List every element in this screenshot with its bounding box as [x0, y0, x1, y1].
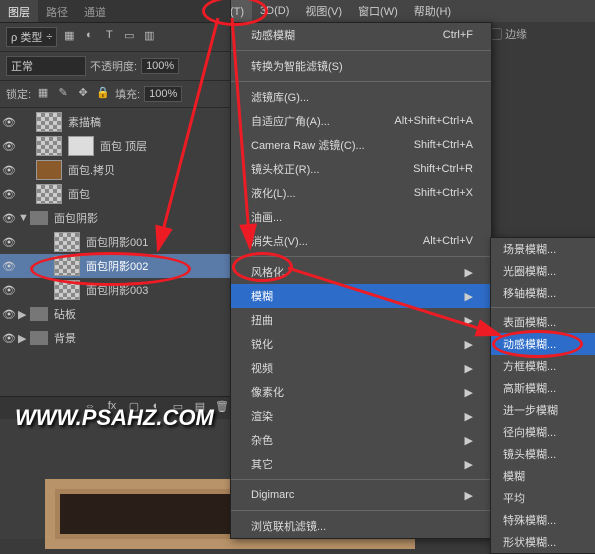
- layer-shadow1[interactable]: 👁 面包阴影001: [0, 230, 230, 254]
- menu-view[interactable]: 视图(V): [297, 0, 350, 22]
- sub-motion[interactable]: 动感模糊...: [491, 333, 595, 355]
- menu-camera-raw[interactable]: Camera Raw 滤镜(C)...Shift+Ctrl+A: [231, 133, 491, 157]
- visibility-icon[interactable]: 👁: [0, 236, 18, 249]
- layer-bread-copy[interactable]: 👁 面包.拷贝: [0, 158, 230, 182]
- visibility-icon[interactable]: 👁: [0, 164, 18, 177]
- menu-liquify[interactable]: 液化(L)...Shift+Ctrl+X: [231, 181, 491, 205]
- opacity-input[interactable]: 100%: [141, 58, 179, 74]
- folder-icon: [30, 331, 48, 345]
- sub-average[interactable]: 平均: [491, 487, 595, 509]
- layers-panel: 图层 路径 通道 ρ 类型 ÷ ▦ ◐ T ▭ ▥ 正常 不透明度: 100% …: [0, 0, 231, 539]
- visibility-icon[interactable]: 👁: [0, 284, 18, 297]
- menu-other[interactable]: 其它▶: [231, 452, 491, 476]
- sub-surface[interactable]: 表面模糊...: [491, 311, 595, 333]
- menu-blur[interactable]: 模糊▶: [231, 284, 491, 308]
- filter-pixel-icon[interactable]: ▦: [61, 29, 77, 45]
- folder-icon: [30, 307, 48, 321]
- layer-bread-top[interactable]: 👁 面包 顶层: [0, 134, 230, 158]
- sub-gaussian[interactable]: 高斯模糊...: [491, 377, 595, 399]
- disclosure-icon[interactable]: ▼: [18, 212, 28, 224]
- sub-iris[interactable]: 光圈模糊...: [491, 260, 595, 282]
- sub-blur-only[interactable]: 模糊: [491, 465, 595, 487]
- menu-adaptive[interactable]: 自适应广角(A)...Alt+Shift+Ctrl+A: [231, 109, 491, 133]
- sub-shape[interactable]: 形状模糊...: [491, 531, 595, 553]
- filter-menu: 动感模糊Ctrl+F 转换为智能滤镜(S) 滤镜库(G)... 自适应广角(A)…: [230, 22, 492, 539]
- lock-paint-icon[interactable]: ✎: [55, 86, 71, 102]
- disclosure-icon[interactable]: ▶: [18, 308, 28, 321]
- menu-motion-blur-last[interactable]: 动感模糊Ctrl+F: [231, 23, 491, 47]
- sub-field[interactable]: 场景模糊...: [491, 238, 595, 260]
- menu-distort[interactable]: 扭曲▶: [231, 308, 491, 332]
- visibility-icon[interactable]: 👁: [0, 212, 18, 225]
- sub-further[interactable]: 进一步模糊: [491, 399, 595, 421]
- layer-board[interactable]: 👁 ▶ 砧板: [0, 302, 230, 326]
- filter-adjust-icon[interactable]: ◐: [81, 29, 97, 45]
- folder-icon: [30, 211, 48, 225]
- filter-shape-icon[interactable]: ▭: [121, 29, 137, 45]
- layer-bg[interactable]: 👁 ▶ 背景: [0, 326, 230, 350]
- lock-all-icon[interactable]: 🔒: [95, 86, 111, 102]
- menu-sharpen[interactable]: 锐化▶: [231, 332, 491, 356]
- visibility-icon[interactable]: 👁: [0, 332, 18, 345]
- menu-vanish[interactable]: 消失点(V)...Alt+Ctrl+V: [231, 229, 491, 253]
- sub-box[interactable]: 方框模糊...: [491, 355, 595, 377]
- menu-noise[interactable]: 杂色▶: [231, 428, 491, 452]
- panel-tabs: 图层 路径 通道: [0, 0, 230, 23]
- sub-radial[interactable]: 径向模糊...: [491, 421, 595, 443]
- lock-label: 锁定:: [6, 86, 31, 102]
- menu-pixelate[interactable]: 像素化▶: [231, 380, 491, 404]
- sub-lens-blur[interactable]: 镜头模糊...: [491, 443, 595, 465]
- visibility-icon[interactable]: 👁: [0, 188, 18, 201]
- tab-paths[interactable]: 路径: [38, 0, 76, 22]
- blur-submenu: 场景模糊... 光圈模糊... 移轴模糊... 表面模糊... 动感模糊... …: [490, 237, 595, 554]
- layer-bread[interactable]: 👁 面包: [0, 182, 230, 206]
- menu-browse[interactable]: 浏览联机滤镜...: [231, 514, 491, 538]
- menu-lens[interactable]: 镜头校正(R)...Shift+Ctrl+R: [231, 157, 491, 181]
- visibility-icon[interactable]: 👁: [0, 260, 18, 273]
- layer-tree: 👁 素描稿 👁 面包 顶层 👁 面包.拷贝 👁 面包 👁 ▼ 面包阴影 👁: [0, 108, 230, 352]
- menu-oil[interactable]: 油画...: [231, 205, 491, 229]
- menu-stylize[interactable]: 风格化▶: [231, 260, 491, 284]
- layer-shadow2[interactable]: 👁 面包阴影002: [0, 254, 230, 278]
- filter-text-icon[interactable]: T: [101, 29, 117, 45]
- menu-window[interactable]: 窗口(W): [350, 0, 406, 22]
- visibility-icon[interactable]: 👁: [0, 116, 18, 129]
- fill-input[interactable]: 100%: [144, 86, 182, 102]
- opacity-label: 不透明度:: [90, 58, 137, 74]
- menu-render[interactable]: 渲染▶: [231, 404, 491, 428]
- lock-transparent-icon[interactable]: ▦: [35, 86, 51, 102]
- trash-icon[interactable]: 🗑: [214, 400, 230, 416]
- tab-channels[interactable]: 通道: [76, 0, 114, 22]
- visibility-icon[interactable]: 👁: [0, 140, 18, 153]
- filter-smart-icon[interactable]: ▥: [141, 29, 157, 45]
- layer-sketch[interactable]: 👁 素描稿: [0, 110, 230, 134]
- tab-layers[interactable]: 图层: [0, 0, 38, 22]
- menu-filter-lib[interactable]: 滤镜库(G)...: [231, 85, 491, 109]
- watermark: WWW.PSAHZ.COM: [15, 405, 214, 431]
- disclosure-icon[interactable]: ▶: [18, 332, 28, 345]
- layer-shadow-group[interactable]: 👁 ▼ 面包阴影: [0, 206, 230, 230]
- blend-mode[interactable]: 正常: [6, 56, 86, 76]
- layer-shadow3[interactable]: 👁 面包阴影003: [0, 278, 230, 302]
- fill-label: 填充:: [115, 86, 140, 102]
- menu-help[interactable]: 帮助(H): [406, 0, 459, 22]
- lock-move-icon[interactable]: ✥: [75, 86, 91, 102]
- menu-video[interactable]: 视频▶: [231, 356, 491, 380]
- menu-3d[interactable]: 3D(D): [252, 2, 297, 20]
- sub-special[interactable]: 特殊模糊...: [491, 509, 595, 531]
- menu-convert-smart[interactable]: 转换为智能滤镜(S): [231, 54, 491, 78]
- canvas-options: ▢ 边缘: [487, 22, 595, 50]
- kind-filter[interactable]: ρ 类型 ÷: [6, 27, 57, 47]
- sub-tilt[interactable]: 移轴模糊...: [491, 282, 595, 304]
- visibility-icon[interactable]: 👁: [0, 308, 18, 321]
- menu-digimarc[interactable]: Digimarc▶: [231, 483, 491, 507]
